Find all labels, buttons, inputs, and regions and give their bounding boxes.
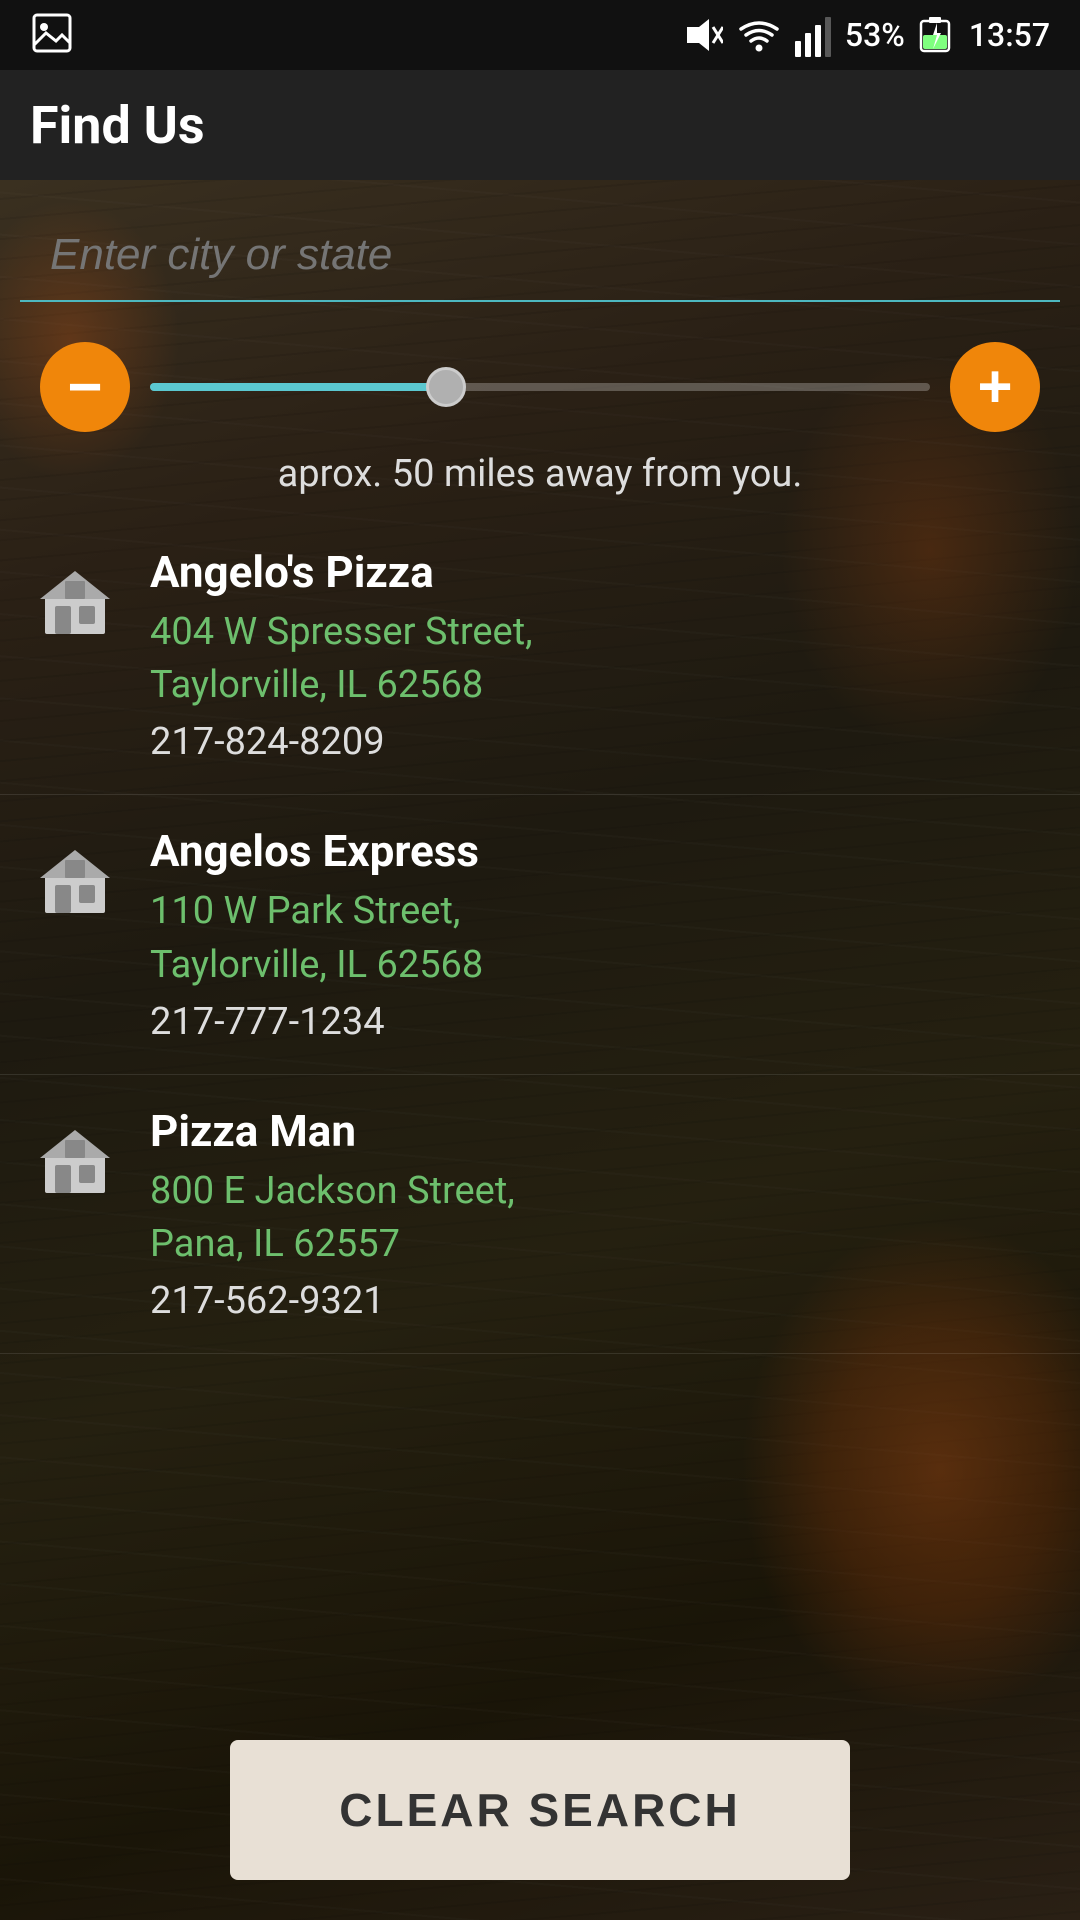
location-item-3[interactable]: Pizza Man 800 E Jackson Street,Pana, IL … — [0, 1075, 1080, 1354]
plus-icon: + — [977, 357, 1012, 417]
minus-icon: − — [67, 357, 102, 417]
status-icons: 53% 13:57 — [679, 13, 1050, 57]
header: Find Us — [0, 70, 1080, 180]
location-phone-1: 217-824-8209 — [150, 720, 1050, 764]
location-list: Angelo's Pizza 404 W Spresser Street,Tay… — [0, 516, 1080, 1710]
clear-search-button[interactable]: CLEAR SEARCH — [230, 1740, 850, 1880]
signal-icon — [795, 13, 831, 57]
image-icon — [30, 11, 74, 55]
location-name-3: Pizza Man — [150, 1105, 1050, 1157]
slider-fill — [150, 383, 446, 391]
slider-thumb[interactable] — [426, 367, 466, 407]
status-bar-left — [30, 11, 74, 59]
location-item-1[interactable]: Angelo's Pizza 404 W Spresser Street,Tay… — [0, 516, 1080, 795]
location-name-2: Angelos Express — [150, 825, 1050, 877]
wifi-icon — [737, 13, 781, 57]
main-content: − + aprox. 50 miles away from you. — [0, 180, 1080, 1920]
time-text: 13:57 — [969, 16, 1050, 54]
location-item-2[interactable]: Angelos Express 110 W Park Street,Taylor… — [0, 795, 1080, 1074]
location-info-3: Pizza Man 800 E Jackson Street,Pana, IL … — [150, 1105, 1050, 1323]
increment-button[interactable]: + — [950, 342, 1040, 432]
location-address-3: 800 E Jackson Street,Pana, IL 62557 — [150, 1165, 1050, 1271]
slider-track[interactable] — [150, 383, 930, 391]
store-icon-1 — [30, 556, 120, 646]
location-address-1: 404 W Spresser Street,Taylorville, IL 62… — [150, 606, 1050, 712]
battery-text: 53% — [845, 16, 905, 54]
page-title: Find Us — [30, 95, 205, 156]
location-name-1: Angelo's Pizza — [150, 546, 1050, 598]
store-icon-svg-3 — [35, 1120, 115, 1200]
location-address-2: 110 W Park Street,Taylorville, IL 62568 — [150, 885, 1050, 991]
store-icon-svg-2 — [35, 840, 115, 920]
battery-icon — [919, 13, 955, 57]
search-container[interactable] — [20, 200, 1060, 302]
location-info-1: Angelo's Pizza 404 W Spresser Street,Tay… — [150, 546, 1050, 764]
location-phone-3: 217-562-9321 — [150, 1279, 1050, 1323]
distance-label: aprox. 50 miles away from you. — [0, 442, 1080, 516]
search-input[interactable] — [50, 230, 1030, 280]
clear-search-label: CLEAR SEARCH — [339, 1783, 740, 1837]
store-icon-3 — [30, 1115, 120, 1205]
location-info-2: Angelos Express 110 W Park Street,Taylor… — [150, 825, 1050, 1043]
mute-icon — [679, 13, 723, 57]
store-icon-2 — [30, 835, 120, 925]
status-bar: 53% 13:57 — [0, 0, 1080, 70]
slider-container: − + — [0, 302, 1080, 442]
location-phone-2: 217-777-1234 — [150, 1000, 1050, 1044]
store-icon-svg — [35, 561, 115, 641]
decrement-button[interactable]: − — [40, 342, 130, 432]
